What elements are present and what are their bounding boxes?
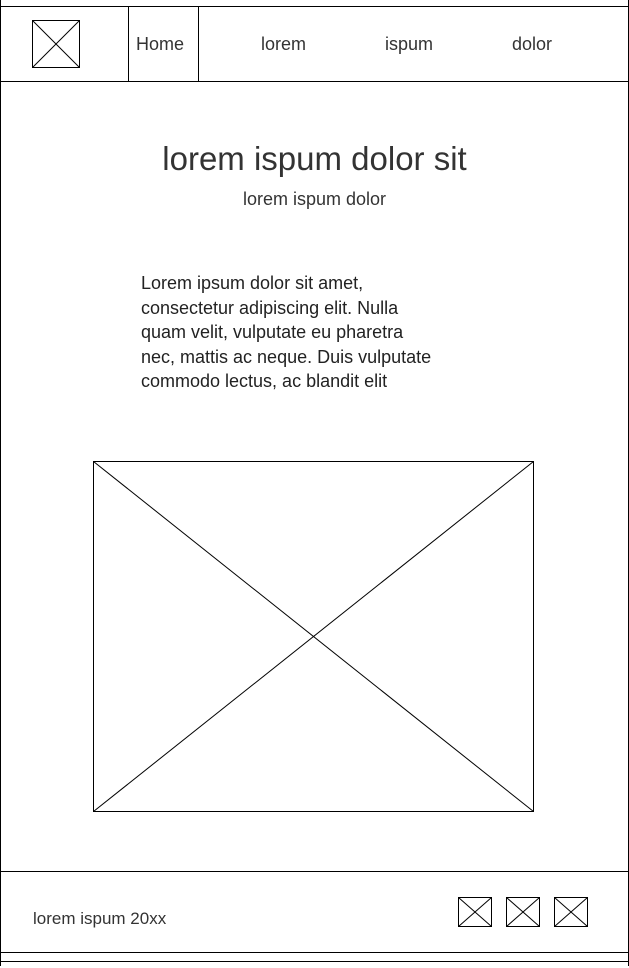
footer-top-border [0, 871, 629, 872]
social-placeholder-icon[interactable] [506, 897, 540, 927]
social-placeholder-icon[interactable] [458, 897, 492, 927]
nav-item-dolor[interactable]: dolor [512, 34, 552, 55]
footer-bottom-border [0, 952, 629, 953]
nav-item-lorem[interactable]: lorem [261, 34, 306, 55]
header-top-border [0, 6, 629, 7]
paragraph-line: consectetur adipiscing elit. Nulla [141, 297, 399, 318]
footer-copyright: lorem ispum 20xx [33, 909, 167, 928]
paragraph-line: Lorem ipsum dolor sit amet, [141, 273, 364, 293]
nav-active-divider-left [128, 6, 129, 81]
page-bottom-border [0, 961, 629, 962]
nav-active-divider-right [198, 6, 199, 81]
image-placeholder-icon [93, 461, 534, 812]
paragraph-line: nec, mattis ac neque. Duis vulputate [141, 346, 432, 367]
paragraph-line: commodo lectus, ac blandit elit [141, 371, 388, 391]
logo-placeholder-icon[interactable] [32, 20, 80, 68]
nav-item-home[interactable]: Home [136, 34, 184, 55]
page-title: lorem ispum dolor sit [162, 140, 467, 177]
header-bottom-border [0, 81, 629, 82]
paragraph-line: quam velit, vulputate eu pharetra [141, 322, 404, 342]
body-paragraph: Lorem ipsum dolor sit amet, consectetur … [141, 271, 501, 394]
social-placeholder-icon[interactable] [554, 897, 588, 927]
page-subtitle: lorem ispum dolor [242, 189, 387, 209]
nav-item-ispum[interactable]: ispum [385, 34, 433, 55]
